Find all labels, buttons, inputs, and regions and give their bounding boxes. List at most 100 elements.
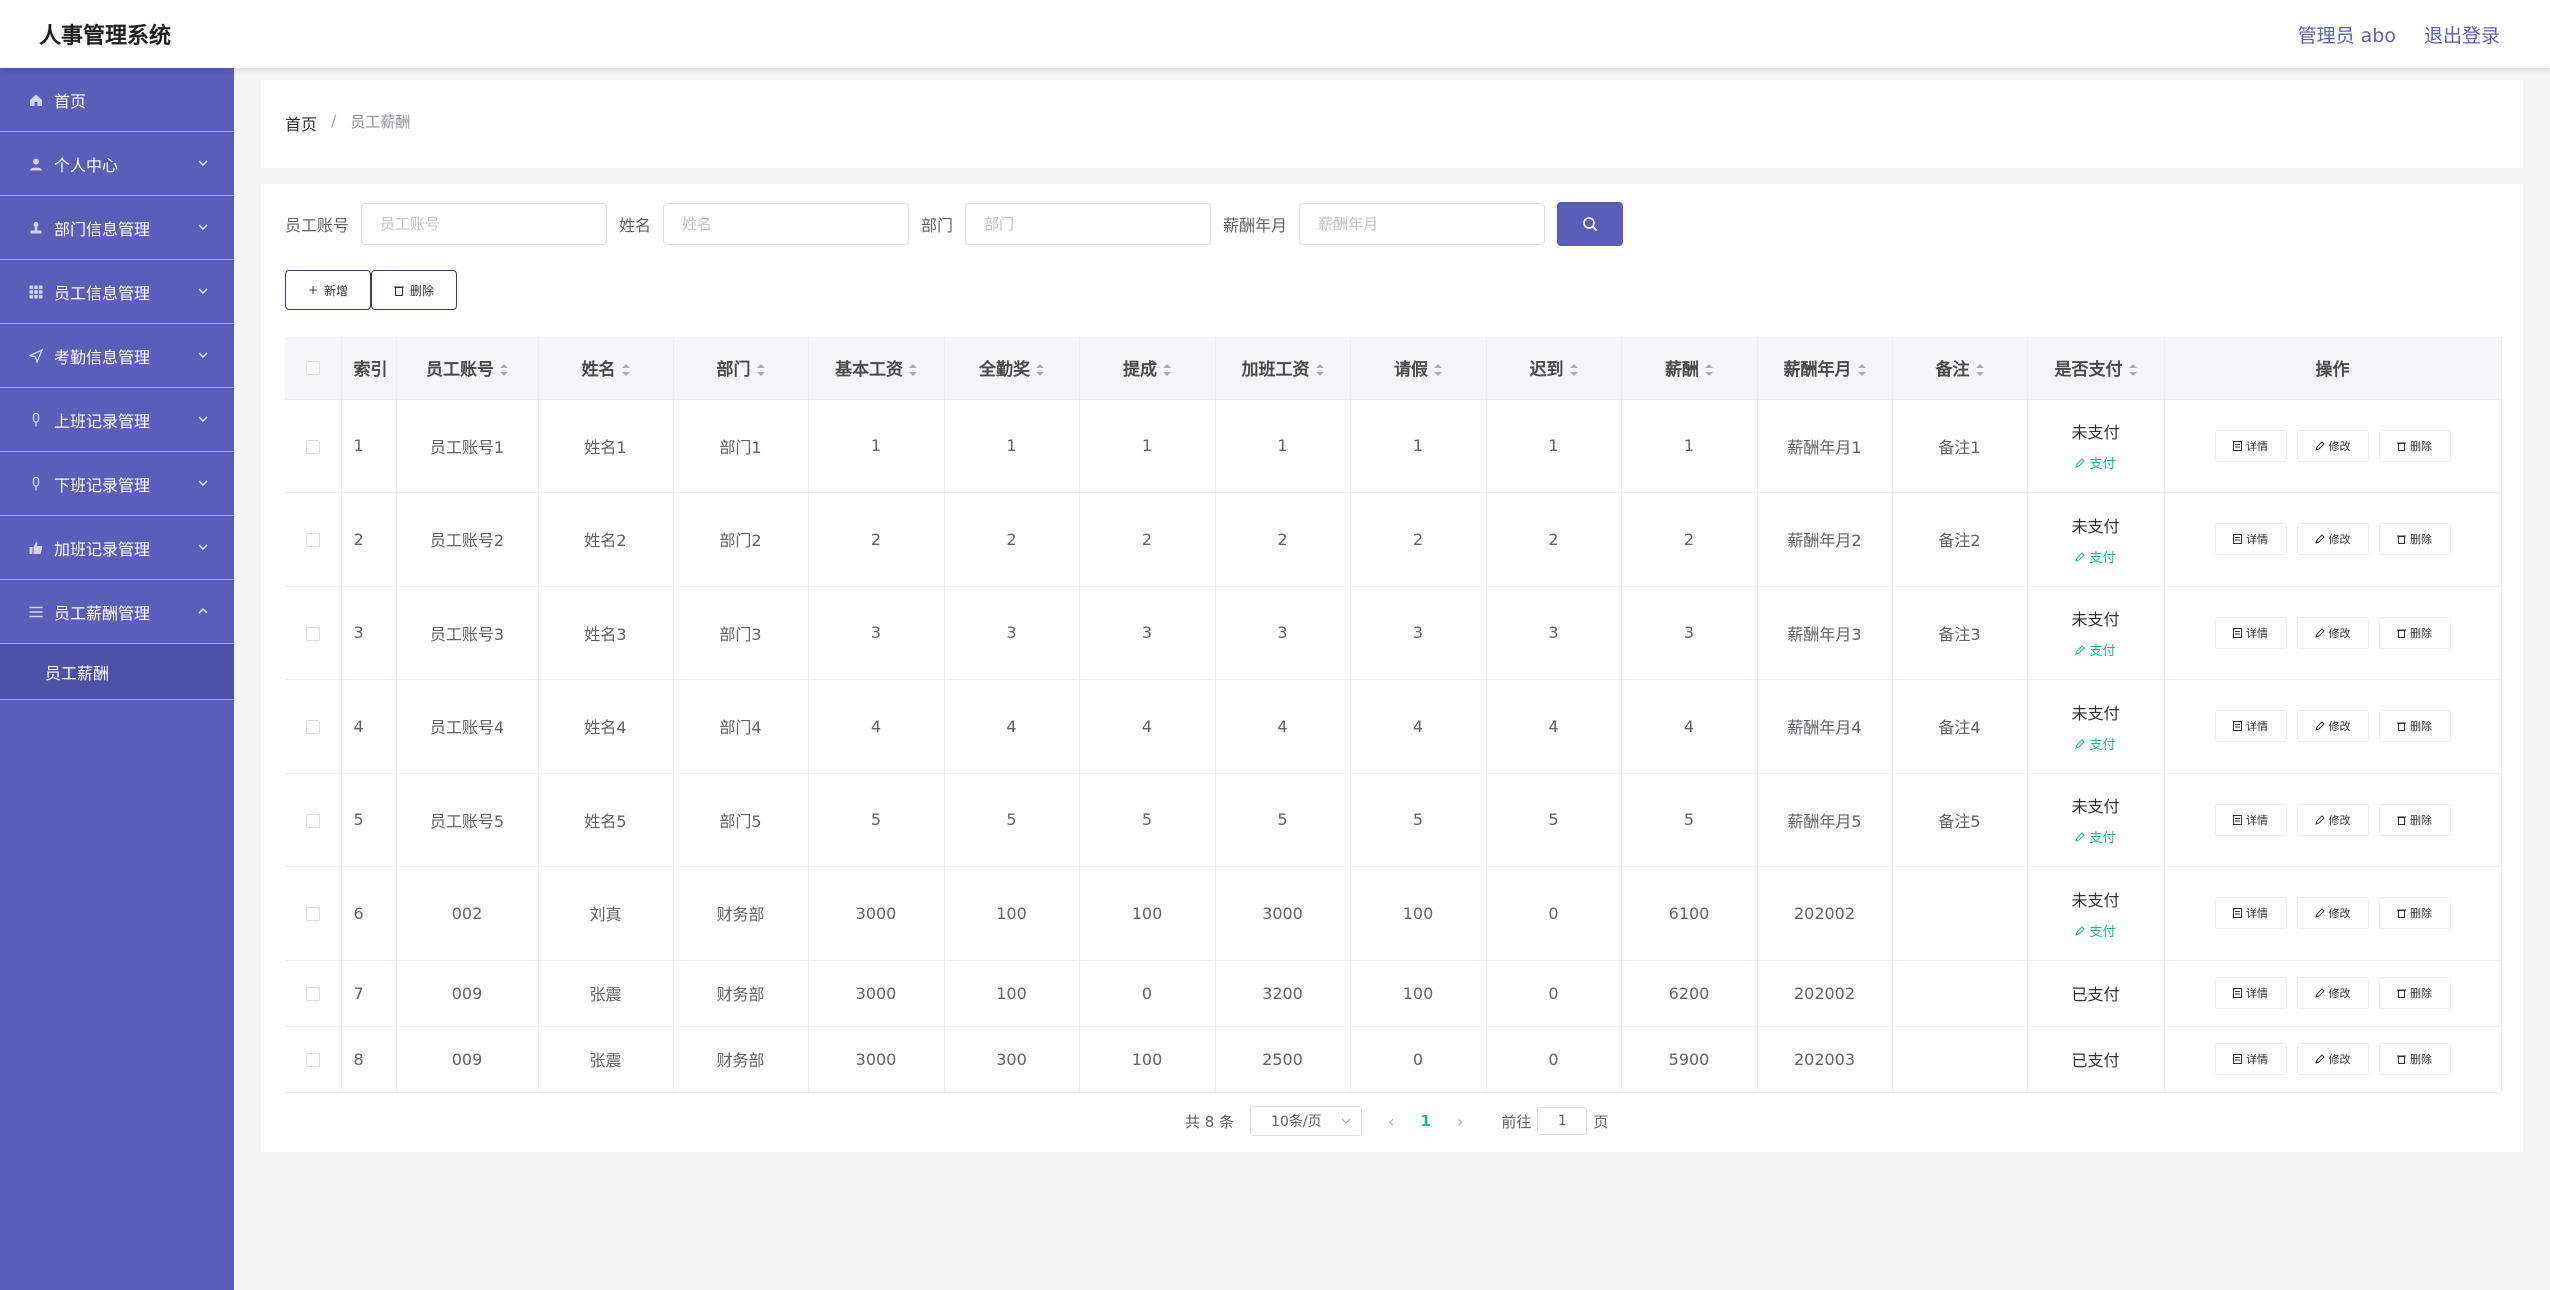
name-search-input[interactable] <box>663 203 910 245</box>
breadcrumb-home[interactable]: 首页 <box>285 111 317 135</box>
pay-button-label: 支付 <box>2089 924 2116 940</box>
pay-button-label: 支付 <box>2089 550 2116 566</box>
trash-icon <box>2397 908 2406 919</box>
page-number-current[interactable]: 1 <box>1421 1112 1431 1130</box>
sidebar-subitem-salary[interactable]: 员工薪酬 <box>0 644 234 700</box>
delete-button[interactable]: 删除 <box>2378 429 2451 462</box>
detail-button[interactable]: 详情 <box>2214 977 2287 1009</box>
pay-button[interactable]: 支付 <box>2028 921 2164 940</box>
edit-button[interactable]: 修改 <box>2296 897 2369 930</box>
sort-icon[interactable] <box>1569 364 1578 377</box>
chevron-down-icon <box>196 219 210 233</box>
sort-icon[interactable] <box>909 364 917 377</box>
column-header[interactable]: 提成 <box>1079 337 1216 400</box>
delete-button[interactable]: 删除 <box>2378 710 2451 743</box>
column-header[interactable]: 姓名 <box>538 337 674 400</box>
pay-button[interactable]: 支付 <box>2028 640 2164 659</box>
month-search-input[interactable] <box>1299 203 1546 245</box>
column-header[interactable]: 迟到 <box>1486 337 1622 400</box>
column-header[interactable]: 基本工资 <box>808 337 945 400</box>
detail-button[interactable]: 详情 <box>2214 710 2287 743</box>
row-checkbox[interactable] <box>305 1053 320 1067</box>
edit-button[interactable]: 修改 <box>2296 977 2369 1009</box>
edit-button[interactable]: 修改 <box>2296 710 2369 743</box>
sort-icon[interactable] <box>1434 364 1442 377</box>
delete-button[interactable]: 删除 <box>2378 977 2451 1009</box>
add-button[interactable]: + 新增 <box>285 270 371 310</box>
department-search-input[interactable] <box>965 203 1212 245</box>
row-checkbox[interactable] <box>305 533 320 548</box>
edit-button[interactable]: 修改 <box>2296 1043 2369 1075</box>
pay-button[interactable]: 支付 <box>2028 827 2164 846</box>
column-header[interactable]: 加班工资 <box>1215 337 1351 400</box>
row-checkbox[interactable] <box>305 907 320 922</box>
sort-icon[interactable] <box>2128 364 2137 377</box>
sort-icon[interactable] <box>500 364 508 377</box>
row-checkbox[interactable] <box>305 987 320 1001</box>
edit-button[interactable]: 修改 <box>2296 803 2369 836</box>
column-header[interactable]: 员工账号 <box>396 337 539 400</box>
row-checkbox[interactable] <box>305 813 320 828</box>
sidebar-item-4[interactable]: 考勤信息管理 <box>0 324 234 388</box>
search-button[interactable] <box>1557 202 1624 246</box>
column-header[interactable]: 部门 <box>673 337 809 400</box>
batch-delete-button[interactable]: 删除 <box>371 270 457 310</box>
sidebar-item-5[interactable]: 上班记录管理 <box>0 388 234 452</box>
sort-icon[interactable] <box>621 364 630 377</box>
sidebar-item-1[interactable]: 个人中心 <box>0 132 234 196</box>
sidebar-item-8[interactable]: 员工薪酬管理 <box>0 580 234 644</box>
delete-button[interactable]: 删除 <box>2378 1043 2451 1075</box>
table-header-row: 索引 员工账号 姓名 部门 基本工资 全勤奖 提成 加班工资 请假 迟到 薪酬 薪酬年月 备注 是否支付 操… <box>285 337 2502 400</box>
sort-icon[interactable] <box>1163 364 1171 377</box>
select-all-checkbox[interactable] <box>305 360 320 375</box>
row-checkbox[interactable] <box>305 720 320 735</box>
edit-button-label: 修改 <box>2328 720 2351 734</box>
sidebar-item-2[interactable]: 部门信息管理 <box>0 196 234 260</box>
detail-button[interactable]: 详情 <box>2214 803 2287 836</box>
detail-button[interactable]: 详情 <box>2214 897 2287 930</box>
row-checkbox[interactable] <box>305 626 320 641</box>
sidebar-item-6[interactable]: 下班记录管理 <box>0 452 234 516</box>
sort-icon[interactable] <box>1857 364 1866 377</box>
column-header[interactable]: 备注 <box>1892 337 2028 400</box>
sidebar-item-7[interactable]: 加班记录管理 <box>0 516 234 580</box>
column-header[interactable]: 薪酬 <box>1621 337 1758 400</box>
column-header[interactable]: 请假 <box>1350 337 1487 400</box>
detail-button[interactable]: 详情 <box>2214 523 2287 556</box>
sidebar-item-3[interactable]: 员工信息管理 <box>0 260 234 324</box>
goto-page-input[interactable] <box>1537 1107 1588 1135</box>
delete-button[interactable]: 删除 <box>2378 523 2451 556</box>
table-cell: 3000 <box>808 960 945 1027</box>
column-header[interactable]: 薪酬年月 <box>1757 337 1893 400</box>
detail-button[interactable]: 详情 <box>2214 429 2287 462</box>
next-page-button[interactable]: › <box>1457 1112 1463 1131</box>
table-cell <box>1892 1026 2028 1093</box>
sort-icon[interactable] <box>1315 364 1324 377</box>
current-user[interactable]: 管理员 abo <box>2298 21 2396 48</box>
edit-icon <box>2314 908 2325 919</box>
delete-button[interactable]: 删除 <box>2378 616 2451 649</box>
edit-button[interactable]: 修改 <box>2296 523 2369 556</box>
detail-button[interactable]: 详情 <box>2214 1043 2287 1075</box>
sort-icon[interactable] <box>1705 364 1713 377</box>
edit-button[interactable]: 修改 <box>2296 616 2369 649</box>
sort-icon[interactable] <box>1975 364 1984 377</box>
logout-link[interactable]: 退出登录 <box>2424 21 2500 48</box>
prev-page-button[interactable]: ‹ <box>1388 1112 1394 1131</box>
delete-button[interactable]: 删除 <box>2378 803 2451 836</box>
pay-button[interactable]: 支付 <box>2028 547 2164 566</box>
row-checkbox[interactable] <box>305 439 320 454</box>
sidebar-item-0[interactable]: 首页 <box>0 68 234 132</box>
sort-icon[interactable] <box>756 364 765 377</box>
sort-icon[interactable] <box>1036 364 1044 377</box>
column-header[interactable]: 全勤奖 <box>944 337 1080 400</box>
pay-button[interactable]: 支付 <box>2028 453 2164 472</box>
column-header[interactable]: 是否支付 <box>2027 337 2165 400</box>
page-size-select[interactable]: 10条/页 <box>1250 1106 1363 1136</box>
pay-button[interactable]: 支付 <box>2028 734 2164 753</box>
detail-button[interactable]: 详情 <box>2214 616 2287 649</box>
delete-button[interactable]: 删除 <box>2378 897 2451 930</box>
edit-button[interactable]: 修改 <box>2296 429 2369 462</box>
delete-button-label: 删除 <box>2410 987 2432 1000</box>
account-search-input[interactable] <box>361 203 608 245</box>
